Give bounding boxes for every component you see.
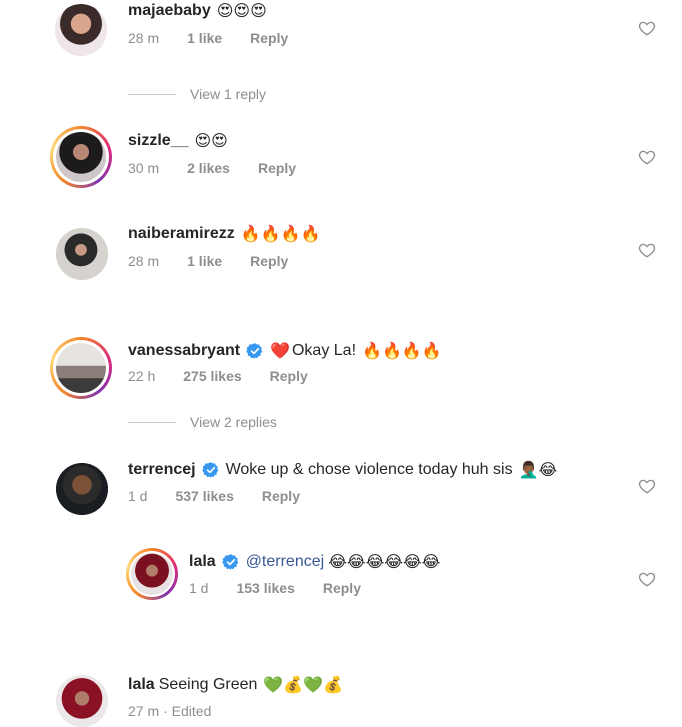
likes-count[interactable]: 153 likes: [236, 580, 294, 596]
likes-count[interactable]: 275 likes: [183, 368, 241, 384]
reply-button[interactable]: Reply: [258, 160, 296, 176]
reply-button[interactable]: Reply: [323, 580, 361, 596]
comment-text: 😍😍😍: [216, 1, 267, 20]
avatar[interactable]: [56, 675, 108, 727]
divider-line: [128, 93, 176, 95]
comment-username[interactable]: vanessabryant: [128, 340, 240, 362]
reply-button[interactable]: Reply: [250, 253, 288, 269]
view-replies-button[interactable]: View 1 reply: [128, 86, 266, 102]
heart-outline-icon[interactable]: [638, 148, 656, 166]
comment-text: Okay La!: [291, 342, 357, 359]
heart-outline-icon[interactable]: [638, 570, 656, 588]
comment-emoji: 💚💰💚💰: [263, 675, 344, 694]
comment-username[interactable]: majaebaby: [128, 0, 211, 22]
heart-emoji: ❤️: [270, 341, 290, 360]
avatar[interactable]: [55, 4, 107, 56]
view-replies-button[interactable]: View 2 replies: [128, 414, 277, 430]
verified-badge-icon: [246, 343, 263, 359]
likes-count[interactable]: 2 likes: [187, 160, 230, 176]
comment-time: 27 m: [128, 703, 160, 719]
comment-text: 😍😍: [194, 131, 228, 150]
comment-text: Seeing Green: [158, 676, 258, 693]
likes-count[interactable]: 1 like: [187, 253, 222, 269]
comment-time: 1 d: [128, 488, 148, 504]
verified-badge-icon: [201, 462, 218, 478]
avatar[interactable]: [50, 126, 112, 188]
comment-username[interactable]: lala: [128, 674, 155, 696]
reply-button[interactable]: Reply: [262, 488, 300, 504]
comment-username[interactable]: lala: [189, 551, 216, 573]
comment-username[interactable]: naiberamirezz: [128, 223, 235, 245]
avatar[interactable]: [56, 228, 108, 280]
comment-username[interactable]: sizzle__: [128, 130, 188, 152]
view-replies-label: View 2 replies: [190, 414, 277, 430]
view-replies-label: View 1 reply: [190, 86, 267, 102]
comment-text: 🔥🔥🔥🔥: [240, 224, 321, 243]
comment-time: 30 m: [128, 160, 160, 176]
heart-outline-icon[interactable]: [638, 477, 656, 495]
heart-outline-icon[interactable]: [638, 19, 656, 37]
verified-badge-icon: [221, 554, 238, 570]
reply-button[interactable]: Reply: [270, 368, 308, 384]
comment-time: 22 h: [128, 368, 156, 384]
comment-emoji: 🤦🏾‍♂️😂: [518, 460, 558, 479]
heart-outline-icon[interactable]: [638, 241, 656, 259]
likes-count[interactable]: 1 like: [187, 30, 222, 46]
comment-time: 1 d: [189, 580, 209, 596]
reply-button[interactable]: Reply: [250, 30, 288, 46]
mention-link[interactable]: @terrencej: [246, 551, 325, 573]
avatar[interactable]: [126, 548, 178, 600]
divider-line: [128, 421, 176, 423]
comment-emoji: 🔥🔥🔥🔥: [362, 341, 442, 360]
avatar[interactable]: [56, 463, 108, 515]
avatar[interactable]: [50, 337, 112, 399]
edited-label: · Edited: [163, 703, 212, 719]
comment-time: 28 m: [128, 30, 160, 46]
comment-username[interactable]: terrencej: [128, 459, 196, 481]
comment-emoji: 😂😂😂😂😂😂: [328, 552, 441, 571]
comment-text: Woke up & chose violence today huh sis: [225, 461, 513, 478]
comment-time: 28 m: [128, 253, 160, 269]
likes-count[interactable]: 537 likes: [175, 488, 233, 504]
